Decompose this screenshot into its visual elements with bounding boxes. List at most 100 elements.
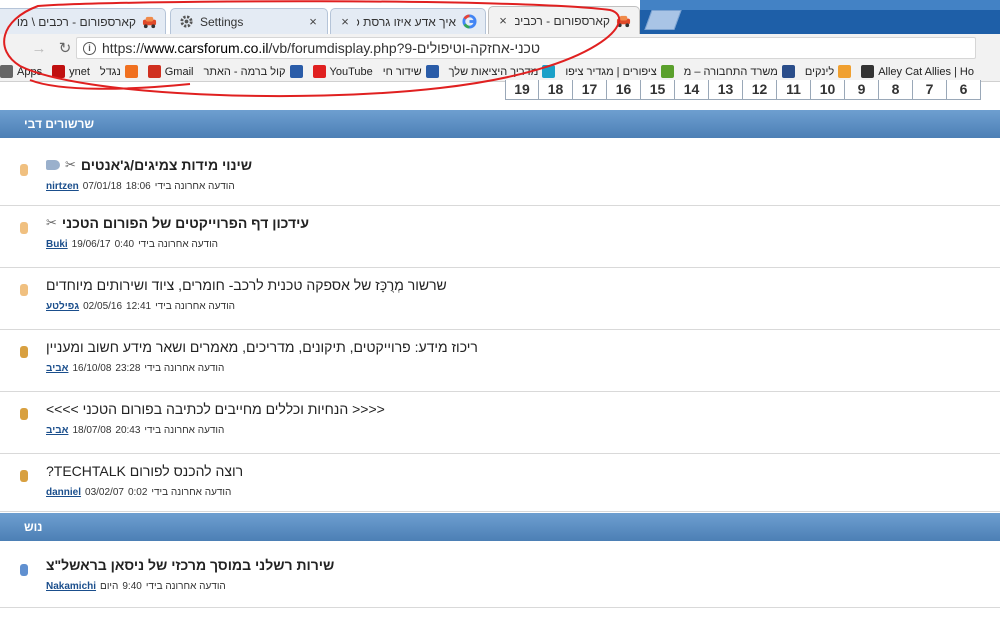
bookmark-item[interactable]: קול ברמה - האתר (203, 65, 303, 78)
attachment-icon: ✂ (65, 157, 76, 172)
thread-row[interactable]: רוצה להכנס לפורום TECHTALK? danniel 03/02/… (0, 454, 1000, 512)
thread-title-link[interactable]: שירות רשלני במוסך מרכזי של ניסאן בראשל"צ (46, 557, 334, 573)
last-poster-link[interactable]: Nakamichi (46, 581, 96, 592)
post-time: 20:43 (115, 425, 141, 436)
page-number-link[interactable]: 7 (913, 80, 947, 100)
bookmark-item[interactable]: שידור חי (383, 65, 439, 78)
post-time: 12:41 (126, 301, 152, 312)
bookmark-item[interactable]: משרד התחבורה – מ (684, 65, 795, 78)
page-number-link[interactable]: 12 (743, 80, 777, 100)
address-bar[interactable]: i https://www.carsforum.co.il/vb/forumdi… (76, 37, 976, 59)
car-icon (616, 15, 631, 28)
car-icon (142, 16, 157, 29)
thread-meta: אביב 16/10/08 23:28 הודעה אחרונה בידי (46, 363, 224, 374)
thread-meta: אביב 18/07/08 20:43 הודעה אחרונה בידי (46, 425, 224, 436)
tab-carsforum-1[interactable]: קארספורום - רכבים \ מו × (0, 8, 166, 34)
bookmark-item[interactable]: Alley Cat Allies | Ho (861, 65, 974, 78)
tab-title: קארספורום - רכבים \ מו (515, 13, 610, 28)
ynet-icon (52, 65, 66, 78)
page-number-link[interactable]: 11 (777, 80, 811, 100)
link-icon (838, 65, 852, 78)
last-post-label: הודעה אחרונה בידי (151, 487, 232, 498)
bookmark-label: קול ברמה - האתר (203, 65, 286, 78)
thread-row[interactable]: שינוי מידות צמיגים/ג'אנטים ✂ nirtzen 07/01/… (0, 148, 1000, 206)
blogger-icon (124, 65, 138, 78)
tab-close-button[interactable]: × (497, 13, 509, 28)
page-number-link[interactable]: 6 (947, 80, 981, 100)
last-post-label: הודעה אחרונה בידי (145, 581, 226, 592)
thread-status-icon (20, 284, 28, 296)
thread-row[interactable]: ריכוז מידע: פרוייקטים, תיקונים, מדריכים,… (0, 330, 1000, 392)
info-icon[interactable]: i (83, 41, 96, 55)
gmail-icon (147, 65, 161, 78)
bookmark-item[interactable]: YouTube (312, 65, 373, 78)
thread-row[interactable]: שירות רשלני במוסך מרכזי של ניסאן בראשל"צ… (0, 548, 1000, 608)
bookmark-item[interactable]: Apps (0, 65, 42, 78)
last-post-label: הודעה אחרונה בידי (144, 425, 225, 436)
bookmark-item[interactable]: ציפורים | מגדיר ציפו (565, 65, 674, 78)
bookmark-label: Alley Cat Allies | Ho (878, 65, 974, 78)
thread-status-icon (20, 222, 28, 234)
tab-carsforum-active[interactable]: קארספורום - רכבים \ מו × (488, 6, 640, 34)
youtube-icon (312, 65, 326, 78)
thread-title-link[interactable]: רוצה להכנס לפורום TECHTALK? (46, 463, 243, 479)
bookmark-item[interactable]: לינקים (804, 65, 852, 78)
bookmark-item[interactable]: נגדל (100, 65, 138, 78)
thread-row[interactable]: שרשור מְרֻכָּז של אספקה טכנית לרכב- חומר… (0, 268, 1000, 330)
tab-close-button[interactable]: × (307, 14, 319, 29)
thread-title-link[interactable]: <<<< הנחיות וכללים מחייבים לכתיבה בפורום… (46, 401, 385, 417)
last-poster-link[interactable]: אביב (46, 363, 68, 374)
page-number-link[interactable]: 15 (641, 80, 675, 100)
tab-title: קארספורום - רכבים \ מו (16, 14, 136, 29)
thread-row[interactable]: <<<< הנחיות וכללים מחייבים לכתיבה בפורום… (0, 392, 1000, 454)
page-number-link[interactable]: 10 (811, 80, 845, 100)
bird-icon (660, 65, 674, 78)
page-number-link[interactable]: 14 (675, 80, 709, 100)
last-poster-link[interactable]: danniel (46, 487, 81, 498)
page-number-link[interactable]: 17 (573, 80, 607, 100)
thread-title-link[interactable]: שרשור מְרֻכָּז של אספקה טכנית לרכב- חומר… (46, 277, 447, 293)
bookmark-label: מדריך היציאות שלך (448, 65, 539, 78)
thread-title-link[interactable]: שינוי מידות צמיגים/ג'אנטים (81, 157, 252, 173)
last-poster-link[interactable]: אביב (46, 425, 68, 436)
tab-close-button[interactable]: × (339, 14, 351, 29)
thread-status-icon (20, 408, 28, 420)
page-number-link[interactable]: 16 (607, 80, 641, 100)
last-poster-link[interactable]: nirtzen (46, 181, 79, 192)
bookmark-label: לינקים (804, 65, 835, 78)
page-number-link[interactable]: 9 (845, 80, 879, 100)
bookmark-label: Apps (17, 65, 43, 78)
last-poster-link[interactable]: Buki (46, 239, 68, 250)
ministry-icon (781, 65, 795, 78)
bookmark-item[interactable]: Gmail (147, 65, 193, 78)
thread-status-icon (20, 564, 28, 576)
thread-title-line: <<<< הנחיות וכללים מחייבים לכתיבה בפורום… (46, 401, 385, 417)
apps-icon (0, 65, 13, 78)
titlebar-highlight (640, 0, 1000, 10)
thread-title-link[interactable]: עידכון דף הפרוייקטים של הפורום הטכני (62, 215, 309, 231)
bookmark-item[interactable]: ynet (52, 65, 90, 78)
thread-meta: nirtzen 07/01/18 18:06 הודעה אחרונה בידי (46, 181, 235, 192)
url-text: https://www.carsforum.co.il/vb/forumdisp… (102, 40, 541, 56)
last-poster-link[interactable]: גפילטע (46, 301, 79, 312)
post-time: 9:40 (122, 581, 142, 592)
thread-row[interactable]: עידכון דף הפרוייקטים של הפורום הטכני ✂ Buk… (0, 206, 1000, 268)
thread-title-link[interactable]: ריכוז מידע: פרוייקטים, תיקונים, מדריכים,… (46, 339, 478, 355)
page-number-link[interactable]: 8 (879, 80, 913, 100)
post-time: 18:06 (125, 181, 151, 192)
tab-settings[interactable]: Settings × (170, 8, 328, 34)
bookmark-label: שידור חי (382, 65, 422, 78)
tab-strip: קארספורום - רכבים \ מו × Settings × איך … (0, 0, 1000, 34)
bookmark-item[interactable]: מדריך היציאות שלך (449, 65, 556, 78)
post-date: 07/01/18 (82, 181, 122, 192)
last-post-label: הודעה אחרונה בידי (155, 301, 236, 312)
page-number-link[interactable]: 19 (505, 80, 539, 100)
page-number-link[interactable]: 18 (539, 80, 573, 100)
tab-google-search[interactable]: איך אדע איזו גרסת כרום × (330, 8, 486, 34)
reload-icon[interactable]: ↻ (54, 39, 76, 57)
page-number-link[interactable]: 13 (709, 80, 743, 100)
thread-title-line: עידכון דף הפרוייקטים של הפורום הטכני ✂ (46, 215, 309, 231)
radio-icon (289, 65, 303, 78)
bookmark-label: YouTube (329, 65, 373, 78)
forward-icon[interactable]: → (28, 40, 50, 57)
